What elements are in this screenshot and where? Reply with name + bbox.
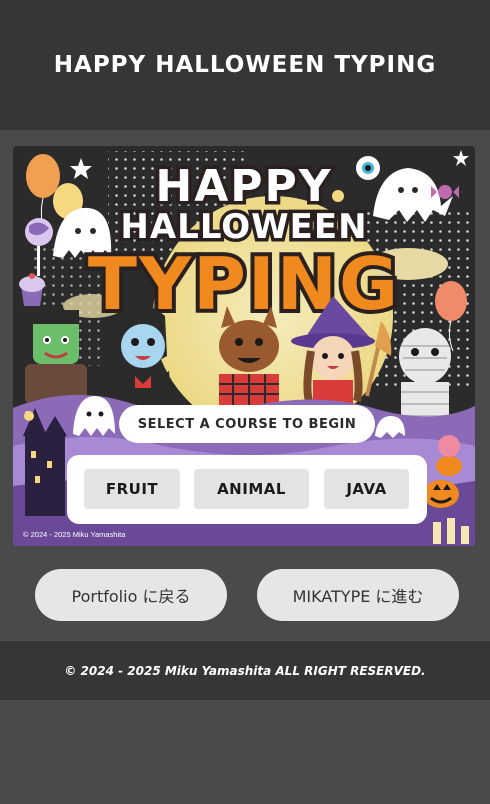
mikatype-button[interactable]: MIKATYPE に進む (257, 569, 459, 621)
mummy-icon (399, 328, 451, 422)
course-button-java[interactable]: JAVA (324, 469, 409, 509)
candle-icon (461, 526, 469, 544)
werewolf-icon (219, 306, 279, 406)
pumpkin-icon (423, 480, 459, 508)
course-panel: FRUIT ANIMAL JAVA (67, 455, 427, 524)
logo-line-2: HALLOWEEN (120, 207, 367, 247)
copyright-text: © 2024 - 2025 Miku Yamashita ALL RIGHT R… (64, 663, 426, 678)
candle-icon (447, 518, 455, 544)
frankenstein-icon (25, 310, 87, 404)
page-title: HAPPY HALLOWEEN TYPING (53, 52, 437, 78)
site-footer: © 2024 - 2025 Miku Yamashita ALL RIGHT R… (0, 641, 490, 700)
game-screen: HAPPY HALLOWEEN TYPING SELECT A COURSE T… (13, 146, 475, 546)
logo-line-1: HAPPY (155, 161, 332, 212)
select-course-prompt: SELECT A COURSE TO BEGIN (119, 405, 375, 443)
site-header: HAPPY HALLOWEEN TYPING (0, 0, 490, 130)
game-credit: © 2024 - 2025 Miku Yamashita (23, 530, 126, 539)
course-button-fruit[interactable]: FRUIT (84, 469, 180, 509)
eyeball-icon (356, 156, 380, 180)
pumpkin-icon (436, 456, 462, 476)
lollipop-icon (438, 435, 460, 457)
portfolio-button[interactable]: Portfolio に戻る (35, 569, 227, 621)
candle-icon (433, 522, 441, 544)
course-button-animal[interactable]: ANIMAL (194, 469, 309, 509)
